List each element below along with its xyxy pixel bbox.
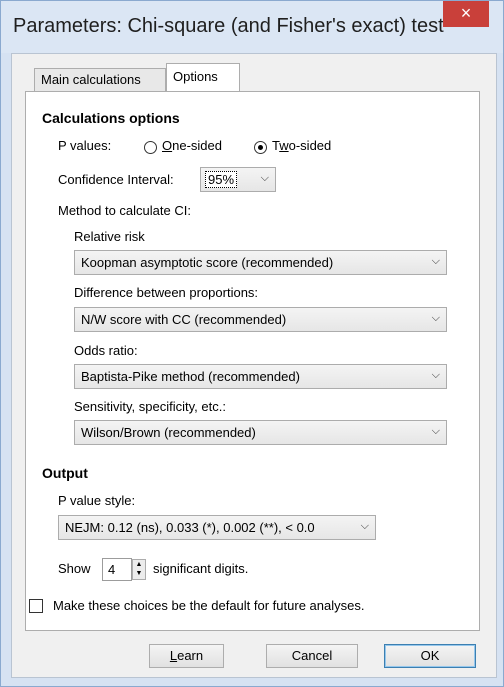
p-values-label: P values:	[58, 138, 112, 153]
confidence-interval-label: Confidence Interval:	[58, 172, 174, 187]
chevron-down-icon: ⌵	[260, 172, 269, 184]
default-choices-checkbox[interactable]	[29, 599, 43, 613]
relative-risk-select[interactable]: Koopman asymptotic score (recommended) ⌵	[74, 250, 447, 275]
options-panel: Calculations options P values: One-sided…	[25, 91, 480, 631]
learn-button[interactable]: Learn	[149, 644, 224, 668]
relative-risk-value: Koopman asymptotic score (recommended)	[81, 255, 334, 270]
one-sided-label[interactable]: One-sided	[162, 138, 222, 153]
difference-proportions-select[interactable]: N/W score with CC (recommended) ⌵	[74, 307, 447, 332]
tab-options[interactable]: Options	[166, 63, 240, 91]
two-sided-label[interactable]: Two-sided	[272, 138, 331, 153]
close-button[interactable]: ×	[443, 1, 489, 27]
p-value-style-value: NEJM: 0.12 (ns), 0.033 (*), 0.002 (**), …	[65, 520, 315, 535]
confidence-interval-select[interactable]: 95% ⌵	[200, 167, 276, 192]
odds-ratio-value: Baptista-Pike method (recommended)	[81, 369, 300, 384]
ok-button[interactable]: OK	[384, 644, 476, 668]
chevron-down-icon: ⌵	[360, 520, 369, 532]
sensitivity-value: Wilson/Brown (recommended)	[81, 425, 256, 440]
p-value-style-select[interactable]: NEJM: 0.12 (ns), 0.033 (*), 0.002 (**), …	[58, 515, 376, 540]
chevron-down-icon: ⌵	[431, 312, 440, 324]
tab-main-calculations[interactable]: Main calculations	[34, 68, 166, 91]
digits-spin-button[interactable]: ▲ ▼	[132, 559, 146, 580]
calculations-options-heading: Calculations options	[42, 110, 180, 126]
title-bar[interactable]: Parameters: Chi-square (and Fisher's exa…	[1, 1, 503, 53]
tab-label: Main calculations	[41, 72, 141, 87]
odds-ratio-label: Odds ratio:	[74, 343, 138, 358]
digits-input[interactable]: 4	[102, 558, 132, 581]
sensitivity-label: Sensitivity, specificity, etc.:	[74, 399, 226, 414]
chevron-down-icon: ⌵	[431, 369, 440, 381]
chevron-down-icon: ⌵	[431, 255, 440, 267]
confidence-interval-value: 95%	[205, 171, 238, 188]
chevron-down-icon: ⌵	[431, 425, 440, 437]
method-ci-label: Method to calculate CI:	[58, 203, 191, 218]
spin-up-icon: ▲	[135, 561, 143, 568]
one-sided-radio[interactable]	[144, 141, 157, 154]
odds-ratio-select[interactable]: Baptista-Pike method (recommended) ⌵	[74, 364, 447, 389]
digits-value: 4	[108, 562, 116, 577]
spin-down-icon: ▼	[135, 570, 143, 577]
output-heading: Output	[42, 465, 88, 481]
difference-proportions-label: Difference between proportions:	[74, 285, 259, 300]
two-sided-radio[interactable]	[254, 141, 267, 154]
close-icon: ×	[460, 3, 472, 23]
tab-label: Options	[173, 69, 218, 84]
default-choices-label[interactable]: Make these choices be the default for fu…	[53, 598, 364, 613]
cancel-button[interactable]: Cancel	[266, 644, 358, 668]
show-label: Show	[58, 561, 91, 576]
significant-digits-label: significant digits.	[153, 561, 249, 576]
difference-proportions-value: N/W score with CC (recommended)	[81, 312, 287, 327]
window-title: Parameters: Chi-square (and Fisher's exa…	[13, 15, 444, 37]
relative-risk-label: Relative risk	[74, 229, 145, 244]
p-value-style-label: P value style:	[58, 493, 136, 508]
sensitivity-select[interactable]: Wilson/Brown (recommended) ⌵	[74, 420, 447, 445]
